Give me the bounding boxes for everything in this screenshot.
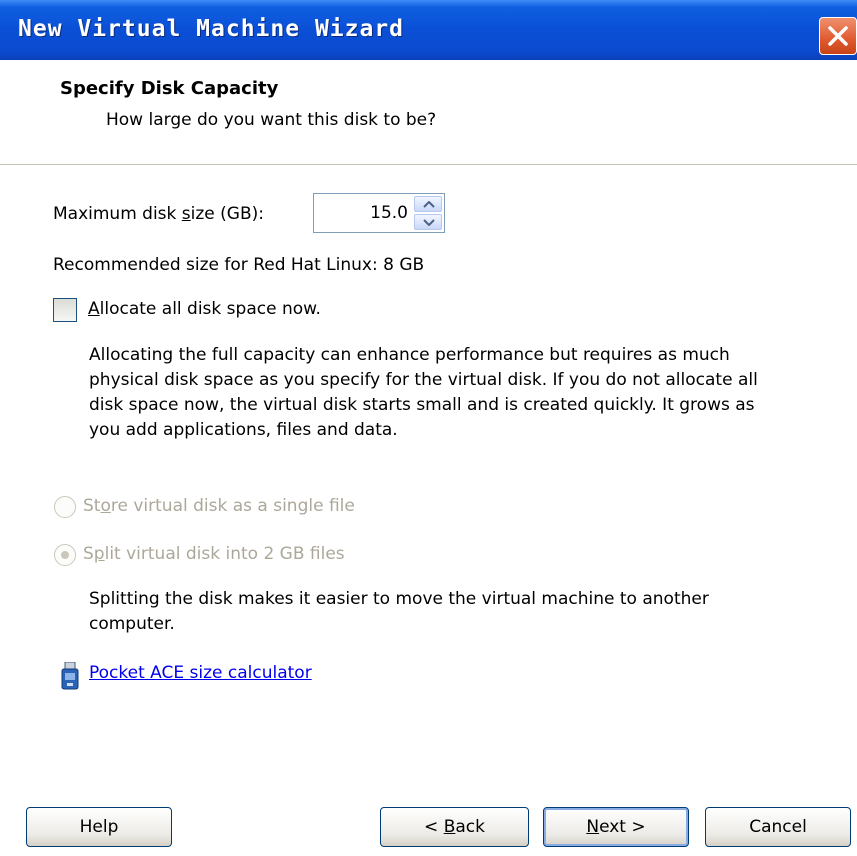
disk-size-label: Maximum disk size (GB): <box>53 204 264 224</box>
page-subtitle: How large do you want this disk to be? <box>106 110 437 130</box>
split-description-line: computer. <box>89 614 175 634</box>
pocket-ace-calculator-link[interactable]: Pocket ACE size calculator <box>89 663 312 683</box>
recommended-size-text: Recommended size for Red Hat Linux: 8 GB <box>53 255 425 275</box>
spinner-buttons <box>414 196 442 230</box>
arrow-down-icon <box>423 219 435 226</box>
disk-size-value[interactable]: 15.0 <box>370 203 408 223</box>
store-single-file-radio[interactable] <box>54 496 76 518</box>
allocate-label[interactable]: Allocate all disk space now. <box>88 299 321 319</box>
cancel-button[interactable]: Cancel <box>705 807 851 847</box>
split-files-radio[interactable] <box>54 544 76 566</box>
allocate-description-line: you add applications, files and data. <box>89 420 398 440</box>
radio-selected-dot <box>61 551 69 559</box>
close-button[interactable] <box>819 17 857 55</box>
next-button[interactable]: Next > <box>543 807 689 847</box>
wizard-header: Specify Disk Capacity How large do you w… <box>0 60 857 165</box>
split-description-line: Splitting the disk makes it easier to mo… <box>89 589 709 609</box>
page-title: Specify Disk Capacity <box>60 78 279 99</box>
disk-size-spinner[interactable]: 15.0 <box>313 193 445 233</box>
spin-up-button[interactable] <box>414 196 442 212</box>
close-icon <box>828 26 848 46</box>
split-files-label[interactable]: Split virtual disk into 2 GB files <box>83 544 345 564</box>
help-button[interactable]: Help <box>26 807 172 847</box>
title-bar[interactable]: New Virtual Machine Wizard <box>0 0 857 60</box>
arrow-up-icon <box>423 201 435 208</box>
usb-device-icon <box>61 662 79 690</box>
allocate-checkbox[interactable] <box>53 298 77 322</box>
allocate-description-line: Allocating the full capacity can enhance… <box>89 345 730 365</box>
new-vm-wizard-dialog: New Virtual Machine Wizard Specify Disk … <box>0 0 857 856</box>
allocate-description-line: disk space now, the virtual disk starts … <box>89 395 755 415</box>
store-single-file-label[interactable]: Store virtual disk as a single file <box>83 496 355 516</box>
allocate-description-line: physical disk space as you specify for t… <box>89 370 758 390</box>
spin-down-button[interactable] <box>414 214 442 230</box>
back-button[interactable]: < Back <box>380 807 529 847</box>
window-title: New Virtual Machine Wizard <box>18 16 405 42</box>
